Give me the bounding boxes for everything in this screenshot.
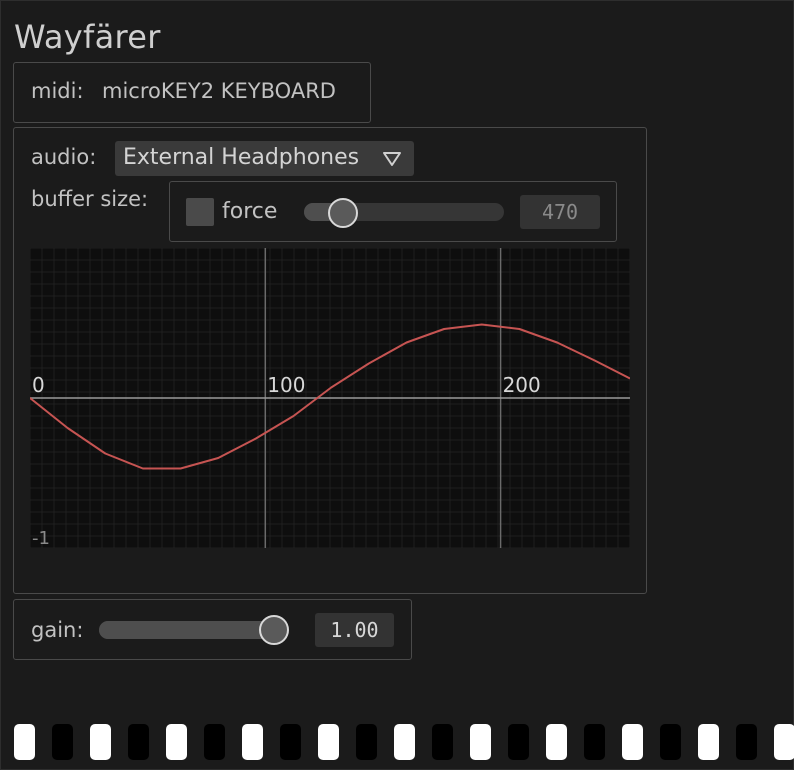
- piano-key-white[interactable]: [698, 724, 719, 760]
- piano-key-white[interactable]: [242, 724, 263, 760]
- x-tick-label: 0: [32, 373, 45, 397]
- midi-panel: midi: microKEY2 KEYBOARD: [13, 62, 371, 123]
- piano-key-black[interactable]: [356, 724, 377, 760]
- midi-label: midi:: [31, 79, 84, 103]
- piano-key-black[interactable]: [204, 724, 225, 760]
- audio-device-value: External Headphones: [123, 145, 360, 170]
- piano-key-black[interactable]: [736, 724, 757, 760]
- piano-key-white[interactable]: [622, 724, 643, 760]
- buffer-size-value[interactable]: 470: [520, 195, 600, 229]
- app-title: Wayfärer: [14, 18, 161, 56]
- piano-key-white[interactable]: [546, 724, 567, 760]
- audio-label: audio:: [31, 145, 97, 169]
- piano-key-white[interactable]: [90, 724, 111, 760]
- piano-key-black[interactable]: [432, 724, 453, 760]
- waveform-chart: 0 100 200 -1: [30, 248, 630, 548]
- piano-key-black[interactable]: [52, 724, 73, 760]
- piano-key-black[interactable]: [280, 724, 301, 760]
- y-min-label: -1: [32, 528, 50, 548]
- force-checkbox[interactable]: [186, 198, 214, 226]
- buffer-slider-knob[interactable]: [327, 198, 358, 228]
- buffer-size-label: buffer size:: [31, 187, 149, 211]
- gain-slider-knob[interactable]: [259, 615, 289, 645]
- piano-key-black[interactable]: [584, 724, 605, 760]
- piano-key-black[interactable]: [128, 724, 149, 760]
- piano-key-white[interactable]: [318, 724, 339, 760]
- piano-key-white[interactable]: [394, 724, 415, 760]
- audio-device-dropdown[interactable]: External Headphones: [115, 141, 414, 176]
- x-tick-label: 100: [267, 373, 305, 397]
- gain-value[interactable]: 1.00: [315, 613, 394, 647]
- piano-key-white[interactable]: [774, 724, 794, 760]
- piano-key-white[interactable]: [470, 724, 491, 760]
- piano-keyboard[interactable]: [0, 724, 794, 760]
- gain-slider-fill: [99, 621, 274, 639]
- gain-label: gain:: [31, 618, 84, 642]
- piano-key-white[interactable]: [166, 724, 187, 760]
- x-tick-label: 200: [503, 373, 541, 397]
- piano-key-white[interactable]: [14, 724, 35, 760]
- piano-key-black[interactable]: [508, 724, 529, 760]
- midi-device-name[interactable]: microKEY2 KEYBOARD: [102, 79, 336, 103]
- triangle-down-icon: [382, 151, 402, 171]
- piano-key-black[interactable]: [660, 724, 681, 760]
- force-label: force: [222, 199, 278, 224]
